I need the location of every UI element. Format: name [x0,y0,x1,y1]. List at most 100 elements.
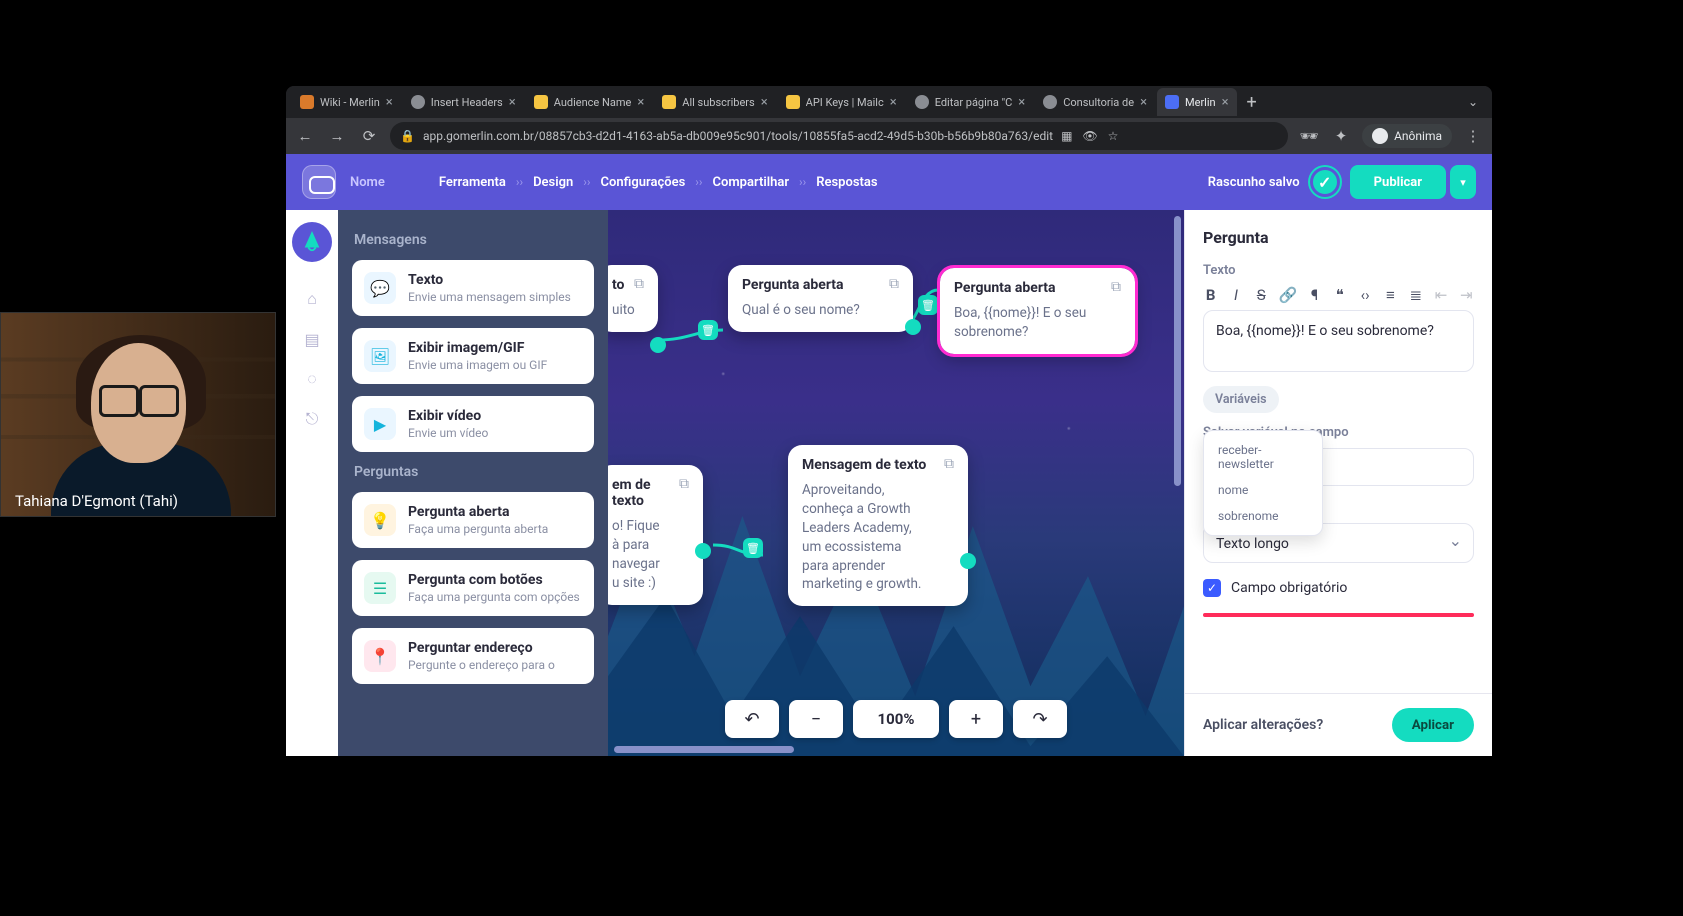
tab-audience[interactable]: Audience Name× [526,88,653,116]
forward-button[interactable]: → [326,125,348,147]
image-icon: 🖼 [364,340,396,372]
duplicate-icon[interactable]: ⧉ [940,455,958,473]
flow-node[interactable]: em de texto ⧉ o! Fique à para navegar u … [608,465,703,605]
tab-editar[interactable]: Editar página "C× [907,88,1034,116]
bulb-icon[interactable]: ◌ [301,368,323,390]
qr-icon[interactable]: ▦ [1061,129,1072,143]
variables-chip[interactable]: Variáveis [1203,386,1279,413]
apply-button[interactable]: Aplicar [1392,708,1474,742]
redo-button[interactable]: ↷ [1013,700,1067,738]
zoom-controls: ↶ − 100% + ↷ [725,700,1067,738]
extensions-icon[interactable]: ✦ [1330,125,1352,147]
canvas-scrollbar[interactable] [1174,216,1181,486]
canvas-h-scrollbar[interactable] [614,746,1034,753]
close-icon[interactable]: × [509,95,516,110]
question-text-editor[interactable]: Boa, {{nome}}! E o seu sobrenome? [1203,310,1474,372]
tab-apikeys[interactable]: API Keys | Mailc× [778,88,905,116]
flow-node-pergunta-1[interactable]: Pergunta aberta ⧉ Qual é o seu nome? [728,265,913,332]
eye-off-icon[interactable]: 👁 [1082,129,1097,143]
tab-wiki-merlin[interactable]: Wiki - Merlin× [292,88,401,116]
italic-icon[interactable]: I [1228,286,1243,304]
back-button[interactable]: ← [294,125,316,147]
step-config[interactable]: Configurações [601,175,686,190]
browser-tabs: Wiki - Merlin× Insert Headers× Audience … [286,86,1492,118]
incognito-icon: 🕶 [1298,125,1320,147]
block-imagem[interactable]: 🖼 Exibir imagem/GIFEnvie uma imagem ou G… [352,328,594,384]
outdent-icon[interactable]: ⇤ [1433,286,1448,304]
close-icon[interactable]: × [1222,95,1229,110]
code-icon[interactable]: ‹› [1357,286,1372,304]
reload-button[interactable]: ⟳ [358,125,380,147]
zoom-level[interactable]: 100% [853,700,939,738]
block-endereco[interactable]: 📍 Perguntar endereçoPergunte o endereço … [352,628,594,684]
sidebar-section-mensagens: Mensagens [354,232,594,248]
close-icon[interactable]: × [637,95,644,110]
property-panel: Pergunta Texto B I S 🔗 ¶ ❝ ‹› ≡ ≣ ⇤ ⇥ [1184,210,1492,756]
presenter-webcam: Tahiana D'Egmont (Tahi) [0,312,276,517]
bullet-list-icon[interactable]: ≡ [1383,286,1398,304]
merlin-logo-icon[interactable] [292,222,332,262]
close-icon[interactable]: × [890,95,897,110]
star-icon[interactable]: ☆ [1108,129,1119,143]
flow-canvas[interactable]: 🗑 🗑 🗑 to ⧉ uito Pergunta aberta ⧉ Qual é… [608,210,1184,756]
address-bar[interactable]: 🔒 app.gomerlin.com.br/08857cb3-d2d1-4163… [390,122,1288,150]
undo-button[interactable]: ↶ [725,700,779,738]
lock-icon: 🔒 [400,129,415,143]
profile-pill[interactable]: Anônima [1362,124,1452,148]
layers-icon[interactable]: ▤ [301,328,323,350]
duplicate-icon[interactable]: ⧉ [1107,278,1125,296]
close-icon[interactable]: × [761,95,768,110]
duplicate-icon[interactable]: ⧉ [885,275,903,293]
kebab-menu-icon[interactable]: ⋮ [1462,125,1484,147]
text-icon: 💬 [364,272,396,304]
block-video[interactable]: ▶ Exibir vídeoEnvie um vídeo [352,396,594,452]
bot-logo-icon [302,165,336,199]
wire-badge-icon: 🗑 [918,295,938,315]
duplicate-icon[interactable]: ⧉ [630,275,648,293]
flow-name-input[interactable]: Nome [350,175,385,190]
close-icon[interactable]: × [386,95,393,110]
close-icon[interactable]: × [1018,95,1025,110]
close-icon[interactable]: × [1140,95,1147,110]
step-responses[interactable]: Respostas [816,175,877,190]
variable-option[interactable]: sobrenome [1208,503,1318,529]
variable-option[interactable]: receber-newsletter [1208,437,1318,477]
block-texto[interactable]: 💬 TextoEnvie uma mensagem simples [352,260,594,316]
block-sidebar: Mensagens 💬 TextoEnvie uma mensagem simp… [338,210,608,756]
step-share[interactable]: Compartilhar [713,175,789,190]
flow-node-pergunta-2[interactable]: Pergunta aberta ⧉ Boa, {{nome}}! E o seu… [940,268,1135,354]
link-icon[interactable]: 🔗 [1279,286,1297,304]
builder-steps: Ferramenta›› Design›› Configurações›› Co… [439,175,878,190]
indent-icon[interactable]: ⇥ [1459,286,1474,304]
tab-consultoria[interactable]: Consultoria de× [1035,88,1155,116]
tab-subscribers[interactable]: All subscribers× [654,88,775,116]
paragraph-icon[interactable]: ¶ [1307,286,1322,304]
required-label: Campo obrigatório [1231,580,1347,596]
block-pergunta-botoes[interactable]: ☰ Pergunta com botõesFaça uma pergunta c… [352,560,594,616]
presenter-name: Tahiana D'Egmont (Tahi) [15,492,178,510]
tabs-overflow-icon[interactable]: ⌄ [1460,95,1486,109]
required-checkbox[interactable]: ✓ [1203,579,1221,597]
exit-icon[interactable]: ⎋ [301,408,323,430]
publish-button[interactable]: Publicar [1350,165,1446,199]
flow-node[interactable]: to ⧉ uito [608,265,658,332]
tab-merlin[interactable]: Merlin× [1157,88,1237,116]
zoom-in-button[interactable]: + [949,700,1003,738]
step-ferramenta[interactable]: Ferramenta [439,175,506,190]
variable-option[interactable]: nome [1208,477,1318,503]
block-pergunta-aberta[interactable]: 💡 Pergunta abertaFaça uma pergunta abert… [352,492,594,548]
ordered-list-icon[interactable]: ≣ [1408,286,1423,304]
quote-icon[interactable]: ❝ [1332,286,1347,304]
new-tab-button[interactable]: + [1239,89,1265,115]
tab-insert-headers[interactable]: Insert Headers× [403,88,524,116]
duplicate-icon[interactable]: ⧉ [675,475,693,493]
strike-icon[interactable]: S [1254,286,1269,304]
zoom-out-button[interactable]: − [789,700,843,738]
flow-node-mensagem[interactable]: Mensagem de texto ⧉ Aproveitando, conheç… [788,445,968,606]
step-design[interactable]: Design [533,175,573,190]
bold-icon[interactable]: B [1203,286,1218,304]
location-icon: 📍 [364,640,396,672]
publish-dropdown-icon[interactable]: ▾ [1450,165,1476,199]
browser-window: Wiki - Merlin× Insert Headers× Audience … [286,86,1492,756]
home-icon[interactable]: ⌂ [301,288,323,310]
